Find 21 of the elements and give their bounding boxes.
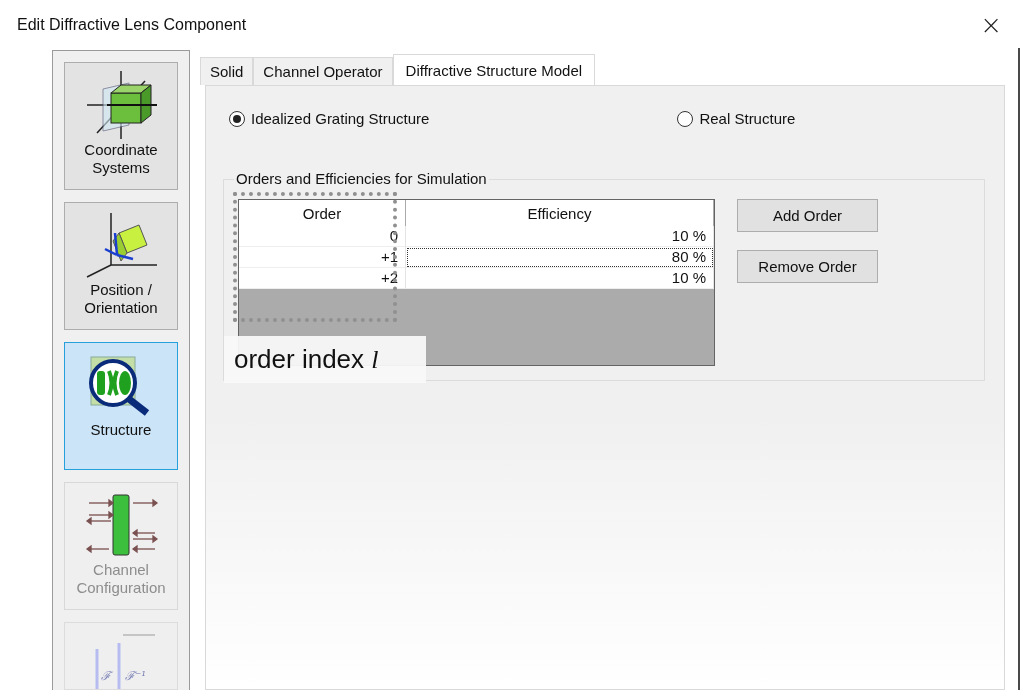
- table-cell: 80 %: [406, 247, 714, 268]
- sidebar-button[interactable]: Coordinate Systems: [64, 62, 178, 190]
- radio-option[interactable]: Real Structure: [677, 110, 796, 127]
- column-header[interactable]: Efficiency: [406, 200, 714, 227]
- table-cell: 10 %: [406, 268, 714, 289]
- action-button[interactable]: Add Order: [737, 199, 878, 232]
- radio-button[interactable]: [677, 110, 694, 127]
- tab[interactable]: Diffractive Structure Model: [392, 54, 596, 86]
- action-button[interactable]: Remove Order: [737, 250, 878, 283]
- tab[interactable]: Solid: [200, 57, 254, 85]
- group-title: Orders and Efficiencies for Simulation: [234, 170, 489, 187]
- sidebar-button[interactable]: Position / Orientation: [64, 202, 178, 330]
- radio-button[interactable]: [229, 110, 245, 127]
- window-title: Edit Diffractive Lens Component: [17, 16, 247, 34]
- annotation-label: order index l: [224, 336, 426, 383]
- radio-option[interactable]: Idealized Grating Structure: [229, 110, 430, 127]
- column-header[interactable]: Order: [239, 200, 406, 227]
- tab[interactable]: Channel Operator: [253, 57, 393, 85]
- table-cell: 10 %: [406, 226, 714, 247]
- close-button[interactable]: ×: [976, 10, 1006, 40]
- sidebar-button[interactable]: Structure: [64, 342, 178, 470]
